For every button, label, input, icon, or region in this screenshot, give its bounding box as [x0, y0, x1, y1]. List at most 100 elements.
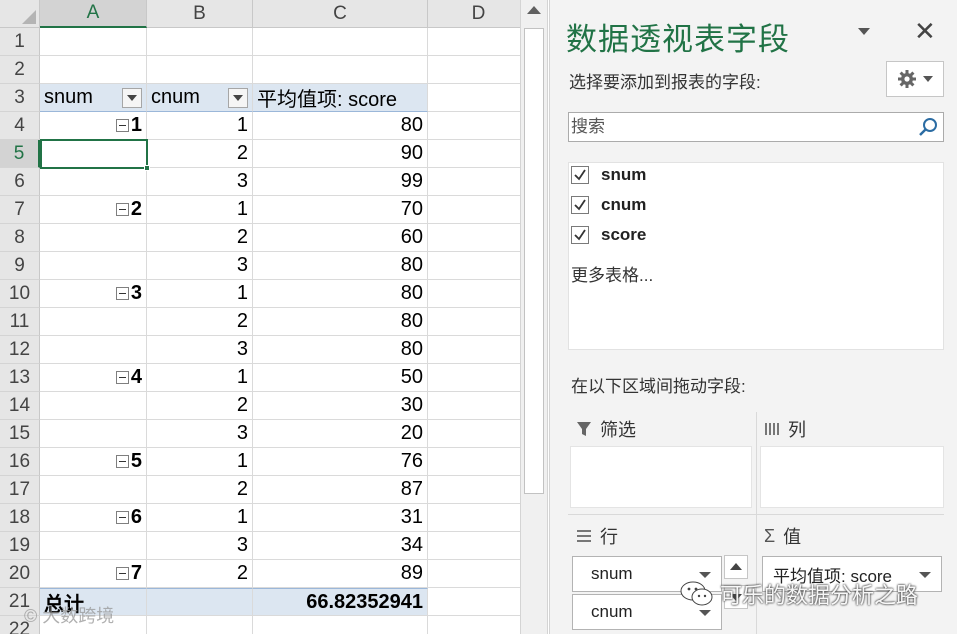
pivot-row-label[interactable] [40, 336, 147, 364]
score-cell[interactable]: 20 [253, 420, 428, 448]
row-header[interactable]: 17 [0, 476, 40, 504]
row-header[interactable]: 13 [0, 364, 40, 392]
column-header-d[interactable]: D [428, 0, 520, 28]
cnum-cell[interactable]: 1 [147, 112, 253, 140]
pivot-row-label[interactable]: 7 [40, 560, 147, 588]
pivot-row-label[interactable] [40, 532, 147, 560]
cnum-cell[interactable]: 1 [147, 196, 253, 224]
score-cell[interactable]: 89 [253, 560, 428, 588]
sheet-cell[interactable] [428, 336, 520, 364]
pivot-row-label[interactable]: 1 [40, 112, 147, 140]
row-header[interactable]: 7 [0, 196, 40, 224]
filter-drop-zone[interactable] [570, 446, 752, 508]
sheet-cell[interactable] [428, 84, 520, 112]
field-checkbox[interactable] [571, 166, 589, 184]
sheet-cell[interactable] [147, 56, 253, 84]
score-cell[interactable]: 50 [253, 364, 428, 392]
pivot-row-label[interactable] [40, 140, 147, 168]
collapse-icon[interactable] [115, 511, 129, 524]
sheet-cell[interactable] [428, 224, 520, 252]
cnum-cell[interactable]: 2 [147, 224, 253, 252]
sheet-cell[interactable] [147, 616, 253, 634]
sheet-cell[interactable] [428, 28, 520, 56]
score-cell[interactable]: 90 [253, 140, 428, 168]
sheet-cell[interactable] [428, 280, 520, 308]
score-cell[interactable]: 87 [253, 476, 428, 504]
row-header[interactable]: 20 [0, 560, 40, 588]
row-header[interactable]: 16 [0, 448, 40, 476]
tools-gear-button[interactable] [886, 61, 944, 97]
collapse-icon[interactable] [115, 119, 129, 132]
row-header[interactable]: 10 [0, 280, 40, 308]
pivot-row-label[interactable]: 4 [40, 364, 147, 392]
sheet-cell[interactable] [428, 560, 520, 588]
pivot-row-label[interactable] [40, 420, 147, 448]
sheet-cell[interactable] [428, 252, 520, 280]
sheet-cell[interactable] [428, 168, 520, 196]
score-cell[interactable]: 31 [253, 504, 428, 532]
scroll-thumb[interactable] [524, 28, 544, 494]
sheet-cell[interactable] [428, 420, 520, 448]
collapse-icon[interactable] [115, 567, 129, 580]
score-cell[interactable]: 80 [253, 252, 428, 280]
pivot-header-score[interactable]: 平均值项: score [253, 84, 428, 112]
sheet-cell[interactable] [253, 28, 428, 56]
pivot-row-label[interactable]: 3 [40, 280, 147, 308]
collapse-icon[interactable] [115, 455, 129, 468]
cnum-cell[interactable]: 1 [147, 364, 253, 392]
sheet-cell[interactable] [147, 28, 253, 56]
sheet-cell[interactable] [428, 112, 520, 140]
row-header[interactable]: 14 [0, 392, 40, 420]
pivot-row-label[interactable] [40, 308, 147, 336]
score-cell[interactable]: 76 [253, 448, 428, 476]
row-header[interactable]: 5 [0, 140, 40, 168]
row-header[interactable]: 4 [0, 112, 40, 140]
pivot-row-label[interactable] [40, 224, 147, 252]
select-all-corner[interactable] [0, 0, 40, 28]
search-icon[interactable] [917, 116, 939, 138]
sheet-vertical-scrollbar[interactable] [520, 0, 548, 634]
row-header[interactable]: 8 [0, 224, 40, 252]
pivot-row-label[interactable]: 5 [40, 448, 147, 476]
collapse-icon[interactable] [115, 371, 129, 384]
sheet-cell[interactable] [428, 196, 520, 224]
cnum-cell[interactable]: 2 [147, 560, 253, 588]
field-checkbox[interactable] [571, 196, 589, 214]
field-item-cnum[interactable]: cnum [569, 193, 646, 217]
column-header-b[interactable]: B [147, 0, 253, 28]
sheet-cell[interactable] [428, 308, 520, 336]
sheet-cell[interactable] [253, 56, 428, 84]
cnum-cell[interactable]: 1 [147, 280, 253, 308]
row-header[interactable]: 1 [0, 28, 40, 56]
sheet-cell[interactable] [428, 364, 520, 392]
sheet-cell[interactable] [428, 504, 520, 532]
field-item-snum[interactable]: snum [569, 163, 646, 187]
chevron-down-icon[interactable] [699, 610, 711, 616]
cnum-cell[interactable]: 3 [147, 532, 253, 560]
score-cell[interactable]: 60 [253, 224, 428, 252]
row-header[interactable]: 18 [0, 504, 40, 532]
row-header[interactable]: 12 [0, 336, 40, 364]
grand-total-value[interactable]: 66.82352941 [253, 588, 428, 616]
score-cell[interactable]: 80 [253, 112, 428, 140]
chevron-down-icon[interactable] [919, 572, 931, 578]
sheet-cell[interactable] [40, 28, 147, 56]
sheet-cell[interactable] [253, 616, 428, 634]
row-header[interactable]: 11 [0, 308, 40, 336]
score-cell[interactable]: 99 [253, 168, 428, 196]
row-header[interactable]: 3 [0, 84, 40, 112]
sheet-cell[interactable] [428, 140, 520, 168]
row-header[interactable]: 6 [0, 168, 40, 196]
score-cell[interactable]: 80 [253, 308, 428, 336]
pivot-header-cnum[interactable]: cnum [147, 84, 253, 112]
cnum-cell[interactable]: 3 [147, 336, 253, 364]
filter-dropdown-icon[interactable] [228, 87, 248, 108]
scroll-up-arrow-icon[interactable] [527, 6, 541, 14]
score-cell[interactable]: 30 [253, 392, 428, 420]
row-header[interactable]: 9 [0, 252, 40, 280]
collapse-icon[interactable] [115, 287, 129, 300]
pane-options-dropdown-icon[interactable] [858, 28, 870, 35]
cnum-cell[interactable]: 3 [147, 168, 253, 196]
pivot-row-label[interactable] [40, 392, 147, 420]
column-header-a[interactable]: A [40, 0, 147, 28]
